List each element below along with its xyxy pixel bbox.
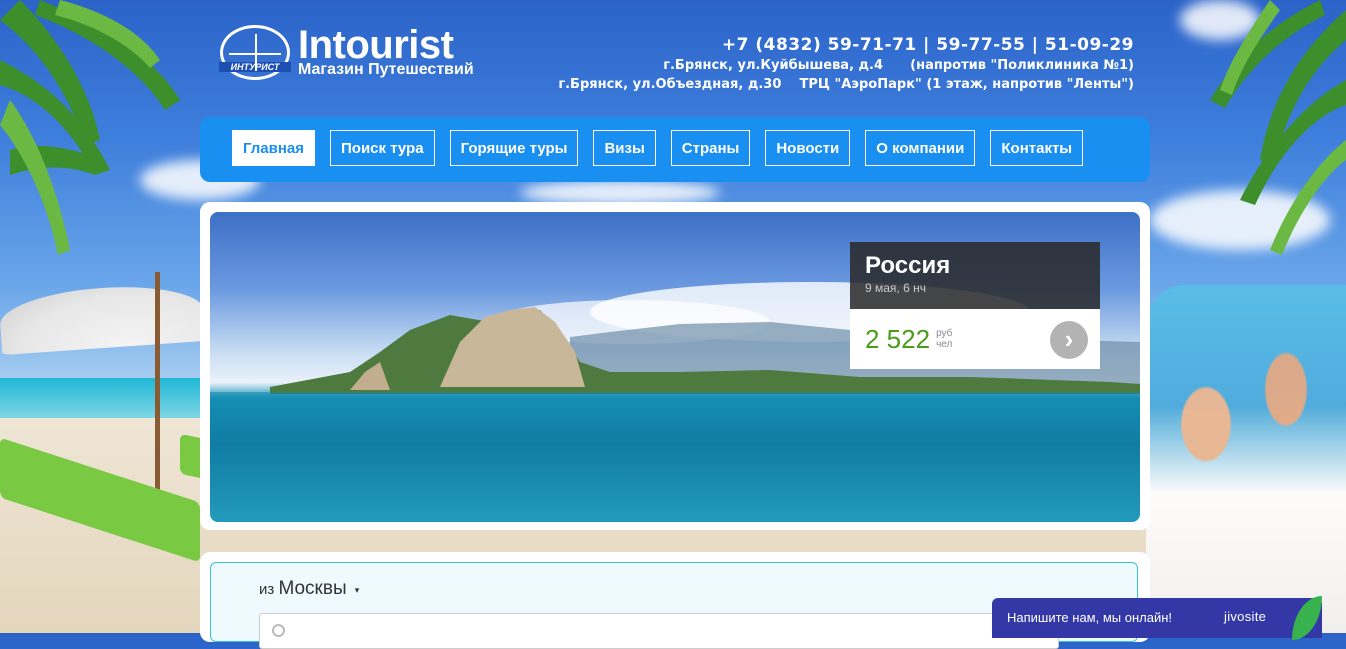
leaf-icon [1292, 596, 1322, 640]
nav-item-visas[interactable]: Визы [593, 130, 656, 166]
nav-menu: Главная Поиск тура Горящие туры Визы Стр… [232, 130, 1084, 166]
tour-date: 9 мая, 6 нч [865, 281, 926, 295]
departure-city-select[interactable]: из Москвы ▾ [259, 578, 359, 600]
header-contacts: +7 (4832) 59-71-71 | 59-77-55 | 51-09-29… [558, 34, 1134, 94]
logo-brand: Intourist [298, 22, 454, 67]
tour-price-unit: руб чел [936, 328, 952, 350]
caret-down-icon: ▾ [354, 584, 360, 595]
logo-text: Intourist Магазин Путешествий [298, 22, 474, 78]
logo-globe-text: ИНТУРИСТ [219, 62, 291, 72]
tour-offer-card[interactable]: Россия 9 мая, 6 нч 2 522 руб чел › [850, 242, 1100, 369]
hero-slider-frame: Россия 9 мая, 6 нч 2 522 руб чел › [200, 202, 1150, 530]
logo-tagline: Магазин Путешествий [298, 60, 474, 78]
site-logo[interactable]: ИНТУРИСТ Intourist Магазин Путешествий [219, 22, 474, 80]
nav-item-news[interactable]: Новости [765, 130, 851, 166]
nav-item-about[interactable]: О компании [865, 130, 976, 166]
destination-input[interactable] [259, 613, 1059, 649]
live-chat-widget[interactable]: Напишите нам, мы онлайн! jivosite [992, 596, 1322, 640]
nav-item-countries[interactable]: Страны [670, 130, 751, 166]
radio-icon[interactable] [272, 624, 285, 637]
address-1: г.Брянск, ул.Куйбышева, д.4 (напротив "П… [663, 58, 1134, 73]
palm-tree-right [1210, 0, 1346, 255]
chat-message: Напишите нам, мы онлайн! [1007, 610, 1173, 625]
chevron-right-icon[interactable]: › [1050, 321, 1088, 359]
chat-brand: jivosite [1224, 609, 1267, 624]
tour-card-header: Россия 9 мая, 6 нч [850, 242, 1100, 309]
sea-background [0, 378, 210, 418]
nav-item-contacts[interactable]: Контакты [990, 130, 1084, 166]
price-currency: руб [936, 328, 953, 339]
nav-item-home[interactable]: Главная [232, 130, 316, 166]
main-navigation: Главная Поиск тура Горящие туры Визы Стр… [200, 117, 1150, 182]
tour-destination: Россия [865, 252, 951, 279]
hero-slider[interactable]: Россия 9 мая, 6 нч 2 522 руб чел › [210, 212, 1140, 522]
nav-item-tour-search[interactable]: Поиск тура [330, 130, 435, 166]
nav-item-hot-tours[interactable]: Горящие туры [449, 130, 579, 166]
address-2: г.Брянск, ул.Объездная, д.30 ТРЦ "АэроПа… [558, 77, 1134, 92]
beach-umbrella [0, 280, 207, 356]
departure-city: Москвы [278, 578, 347, 599]
family-photo [1146, 285, 1346, 633]
phone-numbers[interactable]: +7 (4832) 59-71-71 | 59-77-55 | 51-09-29 [558, 34, 1134, 56]
globe-icon: ИНТУРИСТ [219, 25, 291, 80]
price-per: чел [936, 339, 953, 350]
palm-tree-left [0, 0, 180, 255]
tour-card-price-row: 2 522 руб чел › [850, 309, 1100, 369]
departure-prefix: из [259, 581, 275, 598]
tour-price: 2 522 [865, 323, 931, 354]
